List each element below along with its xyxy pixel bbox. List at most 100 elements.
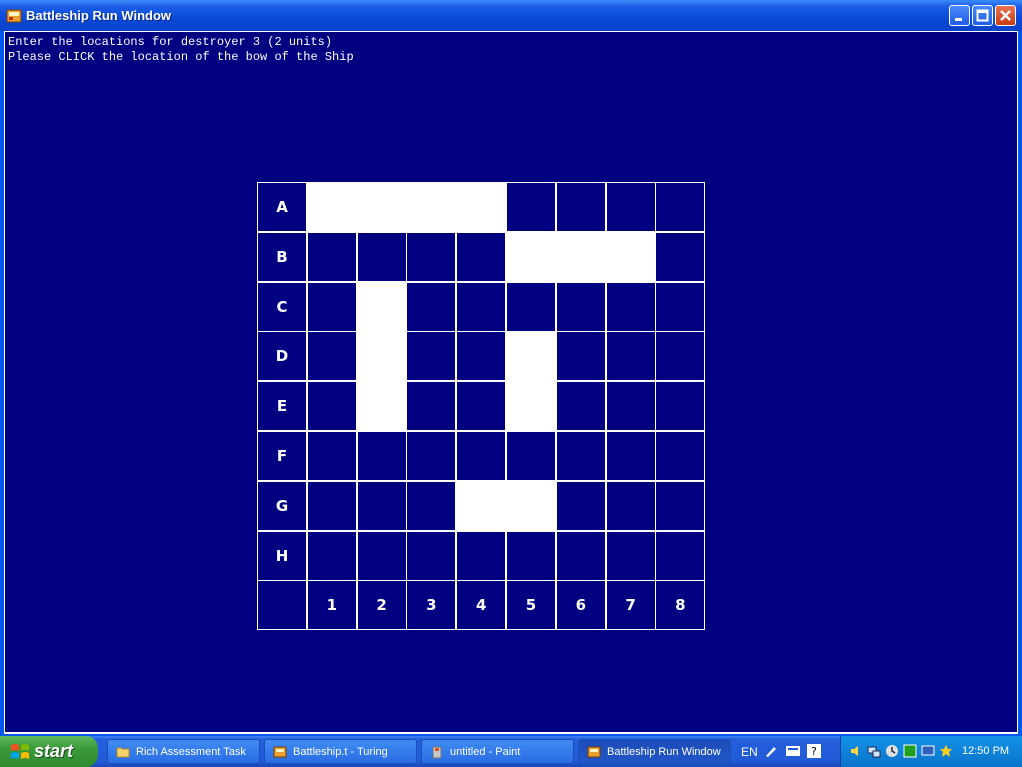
board-cell-a2[interactable] bbox=[356, 182, 407, 232]
board-cell-d4[interactable] bbox=[456, 331, 507, 382]
title-bar[interactable]: Battleship Run Window bbox=[0, 0, 1022, 31]
board-cell-d7[interactable] bbox=[605, 331, 656, 382]
board-cell-b3[interactable] bbox=[406, 231, 457, 282]
svg-text:?: ? bbox=[811, 745, 817, 758]
board-cell-h4[interactable] bbox=[456, 530, 507, 581]
board-cell-f7[interactable] bbox=[605, 431, 656, 481]
board-cell-c7[interactable] bbox=[605, 281, 656, 332]
system-tray: 12:50 PM bbox=[840, 736, 1022, 767]
board-cell-g2[interactable] bbox=[356, 480, 407, 531]
board-cell-f3[interactable] bbox=[406, 431, 457, 481]
board-cell-b8[interactable] bbox=[655, 231, 706, 282]
network-icon[interactable] bbox=[867, 744, 881, 758]
board-cell-f1[interactable] bbox=[306, 431, 357, 481]
board-cell-g3[interactable] bbox=[406, 480, 457, 531]
pen-icon[interactable] bbox=[764, 744, 778, 758]
board-cell-h3[interactable] bbox=[406, 530, 457, 581]
task-label: untitled - Paint bbox=[450, 746, 521, 758]
green-app-icon[interactable] bbox=[903, 744, 917, 758]
volume-icon[interactable] bbox=[849, 744, 863, 758]
board-cell-f2[interactable] bbox=[356, 431, 407, 481]
board-cell-h1[interactable] bbox=[306, 530, 357, 581]
update-icon[interactable] bbox=[885, 744, 899, 758]
keyboard-icon[interactable] bbox=[785, 744, 801, 758]
board-cell-b1[interactable] bbox=[306, 231, 357, 282]
task-label: Rich Assessment Task bbox=[136, 746, 246, 758]
board-cell-e1[interactable] bbox=[306, 381, 357, 432]
board-cell-d2[interactable] bbox=[356, 331, 407, 382]
task-rich-assessment[interactable]: Rich Assessment Task bbox=[107, 739, 260, 764]
column-label: 2 bbox=[376, 596, 387, 615]
board-cell-g7[interactable] bbox=[605, 480, 656, 531]
monitor-icon[interactable] bbox=[921, 744, 935, 758]
task-battleship-run-window[interactable]: Battleship Run Window bbox=[578, 739, 731, 764]
board-cell-e6[interactable] bbox=[555, 381, 606, 432]
board-cell-e4[interactable] bbox=[456, 381, 507, 432]
board-cell-h2[interactable] bbox=[356, 530, 407, 581]
star-icon[interactable] bbox=[939, 744, 953, 758]
board-cell-d1[interactable] bbox=[306, 331, 357, 382]
board-cell-b5[interactable] bbox=[506, 231, 556, 282]
board-cell-a8[interactable] bbox=[655, 182, 706, 232]
column-label: 8 bbox=[675, 596, 686, 615]
maximize-button[interactable] bbox=[972, 5, 993, 26]
start-button[interactable]: start bbox=[0, 736, 98, 767]
board-cell-g8[interactable] bbox=[655, 480, 706, 531]
board-cell-b6[interactable] bbox=[555, 231, 606, 282]
board-cell-d6[interactable] bbox=[555, 331, 606, 382]
help-icon[interactable]: ? bbox=[807, 744, 821, 758]
board-cell-c8[interactable] bbox=[655, 281, 706, 332]
column-label: 7 bbox=[625, 596, 636, 615]
windows-logo-icon bbox=[11, 744, 29, 759]
board-cell-h8[interactable] bbox=[655, 530, 706, 581]
board-cell-a6[interactable] bbox=[555, 182, 606, 232]
board-cell-b7[interactable] bbox=[605, 231, 656, 282]
row-label: H bbox=[275, 546, 289, 565]
board-cell-f8[interactable] bbox=[655, 431, 706, 481]
board-cell-c6[interactable] bbox=[555, 281, 606, 332]
board-cell-b4[interactable] bbox=[456, 231, 507, 282]
board-cell-g6[interactable] bbox=[555, 480, 606, 531]
minimize-button[interactable] bbox=[949, 5, 970, 26]
task-paint[interactable]: untitled - Paint bbox=[421, 739, 574, 764]
board-cell-h5[interactable] bbox=[506, 530, 556, 581]
run-canvas[interactable]: Enter the locations for destroyer 3 (2 u… bbox=[5, 32, 1017, 732]
board-cell-c5[interactable] bbox=[506, 281, 556, 332]
board-cell-h7[interactable] bbox=[605, 530, 656, 581]
close-button[interactable] bbox=[995, 5, 1016, 26]
board-cell-b2[interactable] bbox=[356, 231, 407, 282]
board-cell-e8[interactable] bbox=[655, 381, 706, 432]
board-cell-f4[interactable] bbox=[456, 431, 507, 481]
board-cell-g4[interactable] bbox=[456, 480, 507, 531]
board-cell-a7[interactable] bbox=[605, 182, 656, 232]
row-label-cell: D bbox=[257, 331, 307, 382]
board-cell-e2[interactable] bbox=[356, 381, 407, 432]
board-cell-e5[interactable] bbox=[506, 381, 556, 432]
board-cell-c4[interactable] bbox=[456, 281, 507, 332]
board-cell-c3[interactable] bbox=[406, 281, 457, 332]
row-label-cell: G bbox=[257, 480, 307, 531]
task-battleship-turing[interactable]: Battleship.t - Turing bbox=[264, 739, 417, 764]
board-cell-e7[interactable] bbox=[605, 381, 656, 432]
board-cell-a5[interactable] bbox=[506, 182, 556, 232]
language-indicator[interactable]: EN bbox=[741, 745, 758, 759]
column-label: 6 bbox=[575, 596, 587, 615]
row-label: A bbox=[276, 198, 288, 216]
run-canvas-frame: Enter the locations for destroyer 3 (2 u… bbox=[4, 31, 1018, 734]
board-cell-d5[interactable] bbox=[506, 331, 556, 382]
board-cell-c2[interactable] bbox=[356, 281, 407, 332]
board-cell-d8[interactable] bbox=[655, 331, 706, 382]
column-label-cell: 8 bbox=[655, 580, 706, 631]
board-cell-d3[interactable] bbox=[406, 331, 457, 382]
board-cell-g1[interactable] bbox=[306, 480, 357, 531]
board-cell-h6[interactable] bbox=[555, 530, 606, 581]
turing-icon bbox=[587, 746, 601, 758]
board-cell-a4[interactable] bbox=[456, 182, 507, 232]
board-cell-g5[interactable] bbox=[506, 480, 556, 531]
board-cell-a1[interactable] bbox=[306, 182, 357, 232]
board-cell-f5[interactable] bbox=[506, 431, 556, 481]
board-cell-e3[interactable] bbox=[406, 381, 457, 432]
board-cell-c1[interactable] bbox=[306, 281, 357, 332]
board-cell-f6[interactable] bbox=[555, 431, 606, 481]
board-cell-a3[interactable] bbox=[406, 182, 457, 232]
